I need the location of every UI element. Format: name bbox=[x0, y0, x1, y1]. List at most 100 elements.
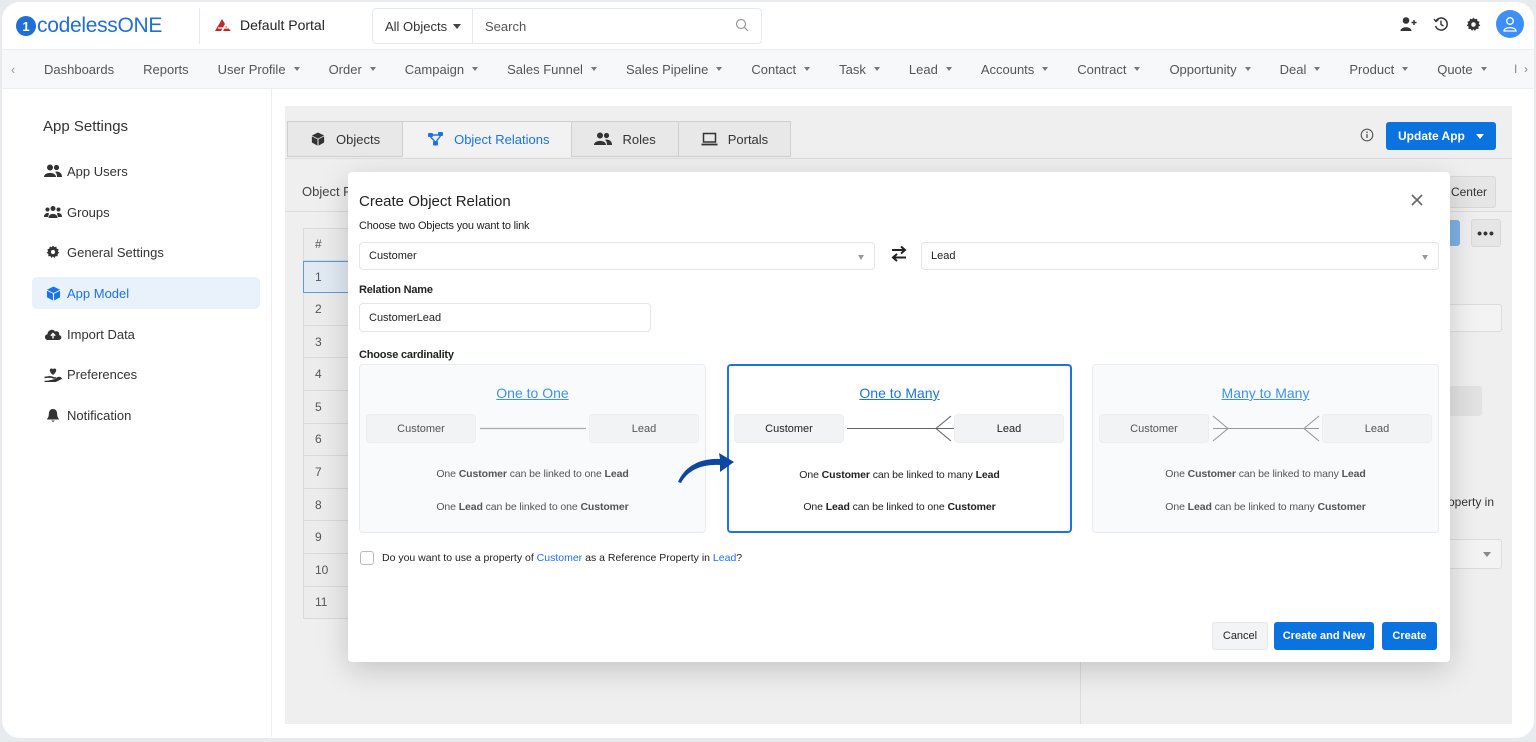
tab-object-relations[interactable]: Object Relations bbox=[402, 121, 573, 157]
nav-item-opportunity[interactable]: Opportunity bbox=[1169, 61, 1251, 77]
sidebar-item-label: App Users bbox=[67, 163, 128, 179]
sidebar-item-label: Preferences bbox=[67, 366, 138, 382]
chevron-down-icon[interactable] bbox=[1476, 134, 1484, 139]
search-scope-dropdown[interactable]: All Objects bbox=[373, 9, 473, 43]
nav-scroll-left-icon[interactable]: ‹ bbox=[2, 62, 24, 77]
nav-item-quote[interactable]: Quote bbox=[1437, 61, 1487, 77]
user-avatar-icon[interactable] bbox=[1496, 10, 1524, 38]
create-and-new-button[interactable]: Create and New bbox=[1274, 622, 1374, 650]
nav-item-deal[interactable]: Deal bbox=[1280, 62, 1321, 77]
chevron-down-icon bbox=[873, 67, 880, 71]
nav-item-dashboards[interactable]: Dashboards bbox=[44, 62, 114, 77]
detail-field[interactable] bbox=[1445, 386, 1482, 416]
preferences-icon bbox=[44, 366, 62, 382]
pointer-arrow-icon bbox=[678, 453, 734, 483]
nav-item-contract[interactable]: Contract bbox=[1077, 62, 1141, 77]
nav-item-user-profile[interactable]: User Profile bbox=[218, 62, 300, 77]
portal-selector[interactable]: Default Portal bbox=[214, 17, 325, 33]
object-b-select[interactable]: Lead bbox=[921, 242, 1439, 270]
search-icon[interactable] bbox=[735, 18, 749, 32]
tab-label: Portals bbox=[727, 131, 769, 147]
detail-input[interactable] bbox=[1445, 304, 1502, 332]
swap-icon[interactable] bbox=[891, 245, 907, 263]
create-button[interactable]: Create bbox=[1382, 622, 1437, 650]
cardinality-option-one-to-one[interactable]: One to One Customer Lead One Customer ca… bbox=[359, 364, 706, 533]
row-number: 1 bbox=[315, 269, 322, 284]
nav-item-accounts[interactable]: Accounts bbox=[981, 62, 1049, 77]
tab-portals[interactable]: Portals bbox=[677, 121, 792, 157]
one-to-one-connector-icon bbox=[480, 427, 586, 430]
entity-left: Customer bbox=[734, 414, 844, 443]
cancel-button[interactable]: Cancel bbox=[1212, 622, 1268, 650]
nav-item-lead[interactable]: Lead bbox=[909, 62, 952, 77]
nav-item-label: Sales Funnel bbox=[507, 61, 583, 77]
cardinality-title[interactable]: One to Many bbox=[729, 385, 1070, 401]
screen: 1 codelessONE Default Portal All Objects… bbox=[0, 0, 1536, 742]
nav-item-label: Reports bbox=[143, 61, 189, 77]
row-number: 9 bbox=[315, 530, 322, 545]
cardinality-desc-1: One Customer can be linked to many Lead bbox=[1165, 468, 1366, 480]
nav-item-task[interactable]: Task bbox=[839, 62, 880, 77]
nav-item-label: Campaign bbox=[404, 61, 465, 77]
entity-right: Lead bbox=[589, 414, 699, 443]
relations-icon bbox=[428, 132, 444, 146]
nav-item-contact[interactable]: Contact bbox=[751, 61, 811, 77]
cardinality-desc-2: One Lead can be linked to one Customer bbox=[803, 501, 996, 513]
nav-item-sales-funnel[interactable]: Sales Funnel bbox=[507, 62, 597, 77]
nav-item-label: Contact bbox=[751, 61, 797, 77]
chevron-down-icon bbox=[945, 67, 952, 71]
nav-item-sales-pipeline[interactable]: Sales Pipeline bbox=[626, 62, 723, 77]
sidebar-item-general-settings[interactable]: General Settings bbox=[32, 236, 260, 268]
detail-select[interactable] bbox=[1445, 539, 1502, 569]
nav-item-label: Task bbox=[839, 61, 866, 77]
update-app-label: Update App bbox=[1398, 129, 1465, 143]
dialog-title: Create Object Relation bbox=[359, 193, 511, 210]
app-logo[interactable]: 1 codelessONE bbox=[16, 13, 162, 39]
close-icon[interactable] bbox=[1409, 192, 1425, 208]
cardinality-title[interactable]: One to One bbox=[360, 385, 705, 401]
search-input[interactable] bbox=[473, 9, 761, 43]
nav-item-label: Opportunity bbox=[1169, 61, 1237, 77]
sidebar-item-groups[interactable]: Groups bbox=[32, 196, 260, 228]
cardinality-option-one-to-many[interactable]: One to Many Customer Lead One Customer c… bbox=[727, 364, 1072, 533]
nav-item-label: Quote bbox=[1437, 61, 1473, 77]
laptop-icon bbox=[701, 132, 718, 146]
tab-label: Roles bbox=[622, 131, 656, 147]
settings-icon[interactable] bbox=[1464, 15, 1482, 33]
reference-property-checkbox[interactable] bbox=[360, 551, 374, 565]
relation-name-input[interactable] bbox=[359, 303, 651, 332]
sidebar-item-preferences[interactable]: Preferences bbox=[32, 358, 260, 390]
nav-overflow: I bbox=[1513, 62, 1518, 76]
row-number: 8 bbox=[315, 497, 322, 512]
cube-icon bbox=[311, 132, 325, 146]
nav-item-reports[interactable]: Reports bbox=[143, 62, 189, 77]
update-app-button[interactable]: Update App bbox=[1386, 122, 1496, 150]
info-icon[interactable] bbox=[1360, 128, 1374, 142]
module-nav: ‹ Dashboards Reports User Profile Order Camp… bbox=[2, 50, 1534, 89]
chevron-down-icon bbox=[453, 23, 462, 29]
sidebar-item-import-data[interactable]: Import Data bbox=[32, 318, 260, 350]
nav-item-order[interactable]: Order bbox=[329, 62, 376, 77]
nav-scroll-right-icon[interactable]: I › bbox=[1514, 62, 1528, 76]
sidebar-item-app-users[interactable]: App Users bbox=[32, 155, 260, 187]
row-number: 2 bbox=[315, 301, 322, 316]
entity-right: Lead bbox=[1322, 414, 1432, 443]
add-user-icon[interactable] bbox=[1400, 15, 1418, 33]
sidebar-item-notification[interactable]: Notification bbox=[32, 399, 260, 431]
cardinality-desc-2: One Lead can be linked to one Customer bbox=[436, 501, 629, 513]
cardinality-title[interactable]: Many to Many bbox=[1093, 385, 1438, 401]
divider bbox=[285, 158, 1512, 159]
sidebar-item-app-model[interactable]: App Model bbox=[32, 277, 260, 309]
tab-roles[interactable]: Roles bbox=[571, 121, 679, 157]
cardinality-option-many-to-many[interactable]: Many to Many Customer Lead One Customer … bbox=[1092, 364, 1439, 533]
nav-item-label: Deal bbox=[1279, 61, 1307, 77]
settings-sidebar: App Settings App Users Groups General Se… bbox=[20, 89, 272, 737]
nav-item-campaign[interactable]: Campaign bbox=[404, 61, 479, 77]
chevron-down-icon bbox=[369, 67, 376, 71]
tab-objects[interactable]: Objects bbox=[287, 121, 404, 157]
top-actions bbox=[1400, 10, 1524, 38]
history-icon[interactable] bbox=[1432, 15, 1450, 33]
object-a-value: Customer bbox=[369, 250, 417, 262]
object-a-select[interactable]: Customer bbox=[359, 242, 875, 270]
nav-item-product[interactable]: Product bbox=[1349, 62, 1409, 77]
